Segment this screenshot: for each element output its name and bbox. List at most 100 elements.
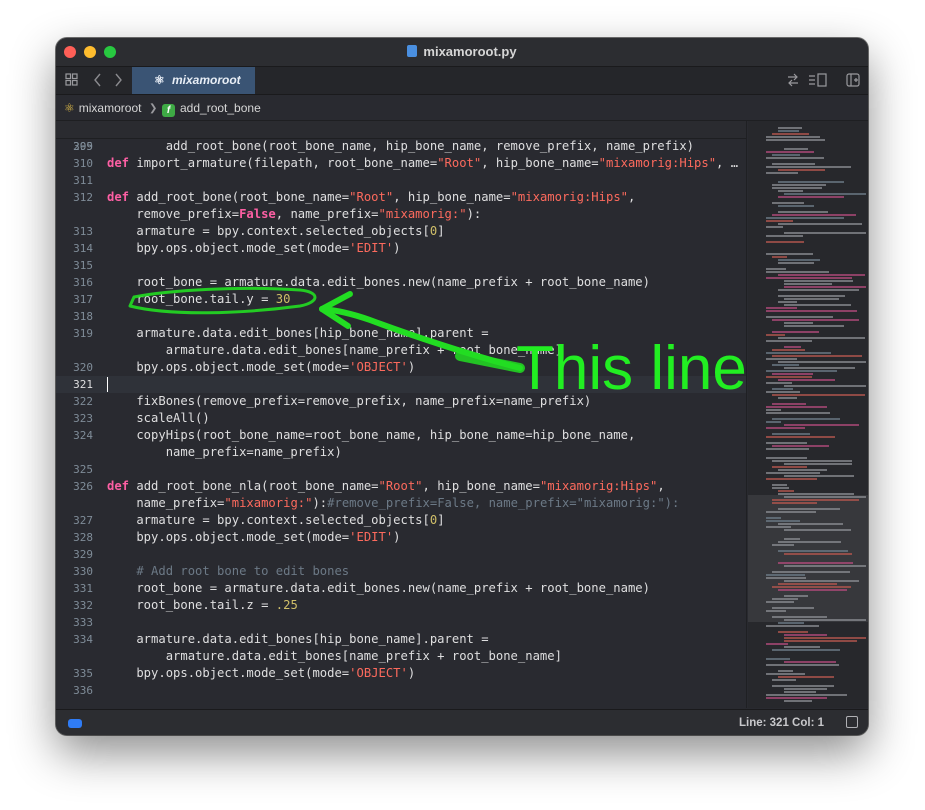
panel-toggle-icon[interactable] [846,716,858,728]
minimap-line [772,685,834,687]
minimap-line [784,640,857,642]
code-line[interactable]: 334 armature.data.edit_bones[hip_bone_na… [56,631,747,648]
code-line[interactable]: 314 bpy.ops.object.mode_set(mode='EDIT') [56,240,747,257]
code-token: ): [312,496,328,510]
code-line[interactable]: 318 [56,308,747,325]
back-chevron-icon[interactable] [93,73,103,90]
code-line[interactable]: 310 [56,155,747,172]
minimap-line [766,139,825,141]
code-line[interactable]: 324 copyHips(root_bone_name=root_bone_na… [56,427,747,444]
code-text: armature.data.edit_bones[hip_bone_name].… [107,631,488,648]
code-line[interactable]: 316 root_bone = armature.data.edit_bones… [56,274,747,291]
list-icon[interactable] [808,73,828,90]
line-number: 336 [73,684,93,697]
minimap-line [772,571,850,573]
minimap-line [778,130,799,132]
code-line[interactable]: 330 # Add root bone to edit bones [56,563,747,580]
python-file-icon: ⚛ [64,101,75,115]
minimap-line [784,595,808,597]
code-line[interactable]: 309 add_root_bone(root_bone_name, hip_bo… [56,138,747,155]
code-line-wrap[interactable]: name_prefix="mixamorig:"):#remove_prefix… [56,495,747,512]
minimap-line [784,193,866,195]
code-line[interactable]: 326 def add_root_bone_nla(root_bone_name=… [56,478,747,495]
minimap-line [784,691,816,693]
debug-area-toggle-icon[interactable] [68,719,82,728]
minimap-line [766,157,824,159]
breadcrumb-function[interactable]: f add_root_bone [162,101,261,117]
minimap-line [772,433,810,435]
minimap-line [778,289,859,291]
minimap-line [772,607,814,609]
minimap-line [784,367,855,369]
breadcrumb-file[interactable]: ⚛ mixamoroot [64,101,141,115]
minimap-line [784,232,866,234]
code-line[interactable]: 333 [56,614,747,631]
code-line-wrap[interactable]: name_prefix=name_prefix) [56,444,747,461]
code-token: add_root_bone(root_bone_name= [136,190,350,204]
code-token: ) [407,360,416,374]
code-token: #remove_prefix=False, name_prefix="mixam… [327,496,680,510]
minimap-line [784,529,851,531]
line-number: 313 [73,225,93,238]
minimap-line [778,190,803,192]
minimap-line [772,187,822,189]
minimap-line [766,409,781,411]
minimap-line [772,364,799,366]
minimap-line [778,259,820,261]
code-line[interactable]: 336 [56,682,747,699]
add-editor-icon[interactable] [846,73,860,90]
code-token: , hip_bone_name= [422,479,540,493]
minimap-line [772,502,817,504]
minimap-line [784,700,812,702]
code-line[interactable]: 312 def add_root_bone(root_bone_name="Roo… [56,189,747,206]
code-line-wrap[interactable]: remove_prefix=False, name_prefix="mixamo… [56,206,747,223]
line-number: 321 [73,378,93,391]
code-line[interactable]: 327 armature = bpy.context.selected_obje… [56,512,747,529]
code-editor[interactable]: 295 def import_armature(filepath, root_b… [56,121,747,708]
code-text: root_bone.tail.y = 30 [107,291,290,308]
code-text: root_bone = armature.data.edit_bones.new… [107,580,650,597]
window-title-wrap: mixamoroot.py [56,44,868,59]
tab-mixamoroot[interactable]: ⚛ mixamoroot [132,67,255,94]
minimap-line [766,271,829,273]
grid-icon[interactable] [65,73,78,89]
code-text: armature.data.edit_bones[name_prefix + r… [107,342,562,359]
code-line-wrap[interactable]: armature.data.edit_bones[name_prefix + r… [56,648,747,665]
minimap-line [778,631,808,633]
code-token: bpy.ops.object.mode_set(mode= [107,530,350,544]
code-line[interactable]: 315 [56,257,747,274]
minimap-line [784,688,827,690]
code-text: name_prefix="mixamorig:"):#remove_prefix… [107,495,679,512]
code-line[interactable]: 328 bpy.ops.object.mode_set(mode='EDIT') [56,529,747,546]
code-line[interactable]: 313 armature = bpy.context.selected_obje… [56,223,747,240]
line-number: 312 [73,191,93,204]
minimap-line [766,478,817,480]
minimap-line [784,325,844,327]
minimap-line [784,286,866,288]
minimap-line [766,307,797,309]
code-line[interactable]: 311 [56,172,747,189]
minimap-line [784,634,827,636]
minimap-line [784,283,832,285]
code-line[interactable]: 317 root_bone.tail.y = 30 [56,291,747,308]
minimap-line [766,376,812,378]
minimap-line [784,475,854,477]
code-line[interactable]: 325 [56,461,747,478]
code-token: False [239,207,276,221]
code-token: armature.data.edit_bones[name_prefix + r… [107,649,562,663]
code-line[interactable]: 329 [56,546,747,563]
forward-chevron-icon[interactable] [113,73,123,90]
minimap[interactable] [748,121,868,708]
swap-arrows-icon[interactable] [786,73,800,90]
code-token: ): [466,207,482,221]
code-text: scaleAll() [107,410,209,427]
code-line[interactable]: 331 root_bone = armature.data.edit_bones… [56,580,747,597]
code-line[interactable]: 335 bpy.ops.object.mode_set(mode='OBJECT… [56,665,747,682]
minimap-line [778,493,854,495]
line-number: 319 [73,327,93,340]
code-token: copyHips(root_bone_name=root_bone_name, … [107,428,636,442]
code-line[interactable]: 323 scaleAll() [56,410,747,427]
code-line[interactable]: 332 root_bone.tail.z = .25 [56,597,747,614]
minimap-line [784,385,866,387]
line-number: 311 [73,174,93,187]
